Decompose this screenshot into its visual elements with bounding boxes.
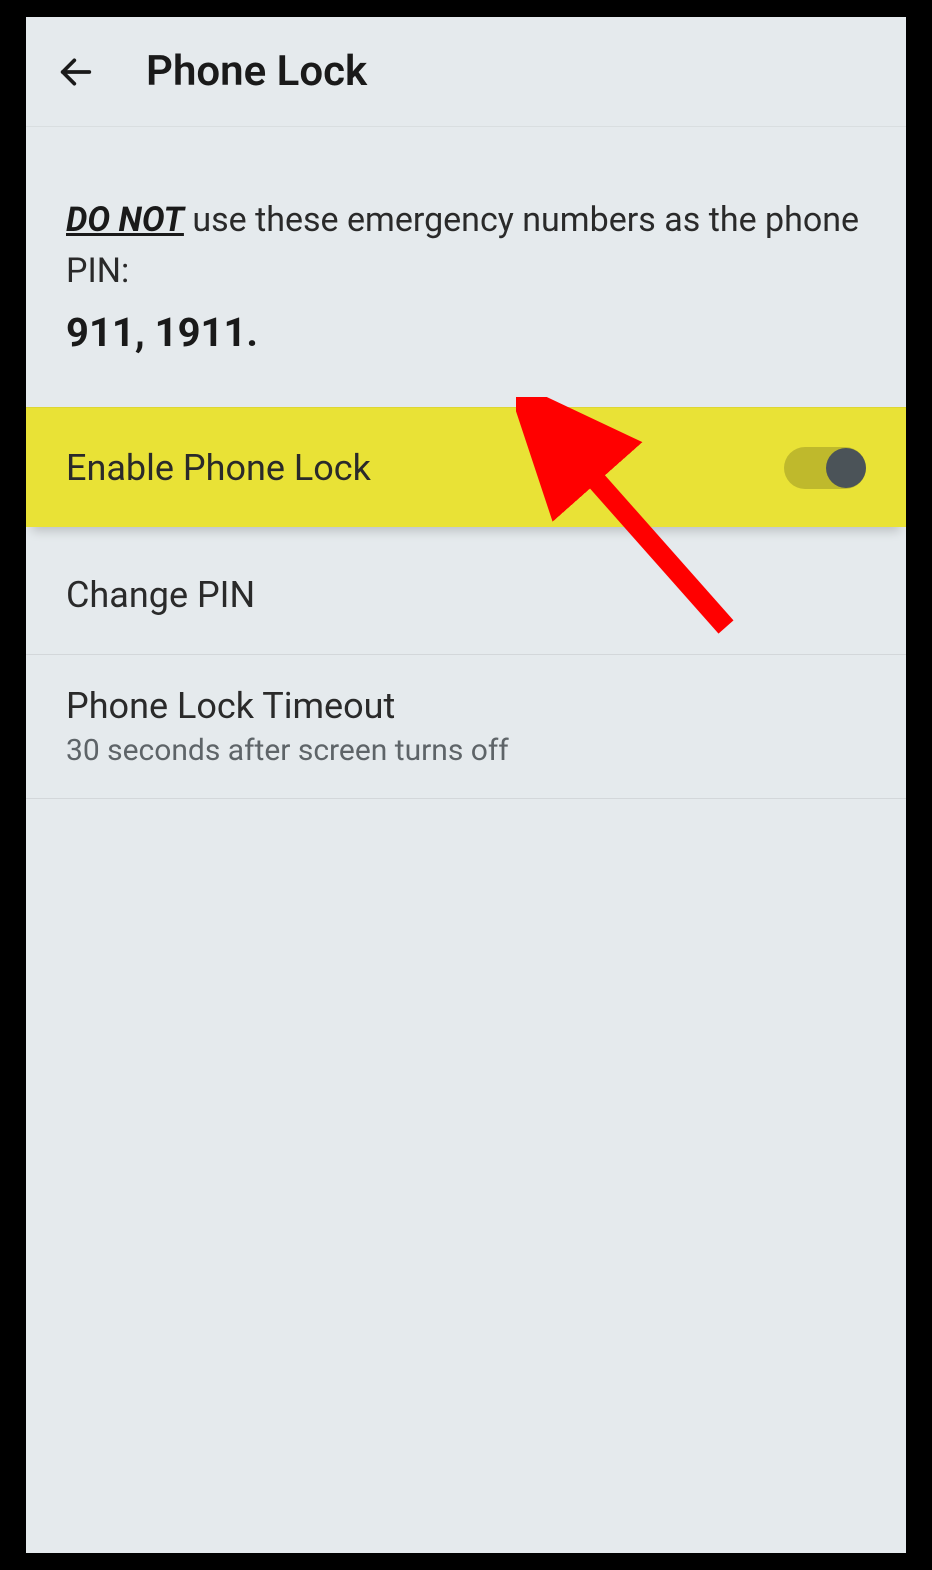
phone-screen: Phone Lock DO NOT use these emergency nu… <box>26 17 906 1553</box>
toggle-knob <box>826 448 866 488</box>
timeout-label: Phone Lock Timeout <box>66 685 509 727</box>
enable-phone-lock-row[interactable]: Enable Phone Lock <box>26 407 906 527</box>
warning-do-not: DO NOT <box>66 200 184 240</box>
enable-phone-lock-toggle[interactable] <box>784 447 866 489</box>
warning-text-after: use these emergency numbers as the phone… <box>66 200 859 291</box>
page-title: Phone Lock <box>146 47 367 96</box>
timeout-sub: 30 seconds after screen turns off <box>66 733 509 768</box>
warning-numbers: 911, 1911. <box>66 303 866 363</box>
header: Phone Lock <box>26 17 906 127</box>
content: DO NOT use these emergency numbers as th… <box>26 127 906 1553</box>
enable-phone-lock-label: Enable Phone Lock <box>66 447 371 489</box>
change-pin-label: Change PIN <box>66 574 255 616</box>
warning-text: DO NOT use these emergency numbers as th… <box>26 127 906 407</box>
phone-lock-timeout-row[interactable]: Phone Lock Timeout 30 seconds after scre… <box>26 655 906 799</box>
timeout-text: Phone Lock Timeout 30 seconds after scre… <box>66 685 509 768</box>
change-pin-row[interactable]: Change PIN <box>26 535 906 655</box>
back-arrow-icon[interactable] <box>54 50 98 94</box>
